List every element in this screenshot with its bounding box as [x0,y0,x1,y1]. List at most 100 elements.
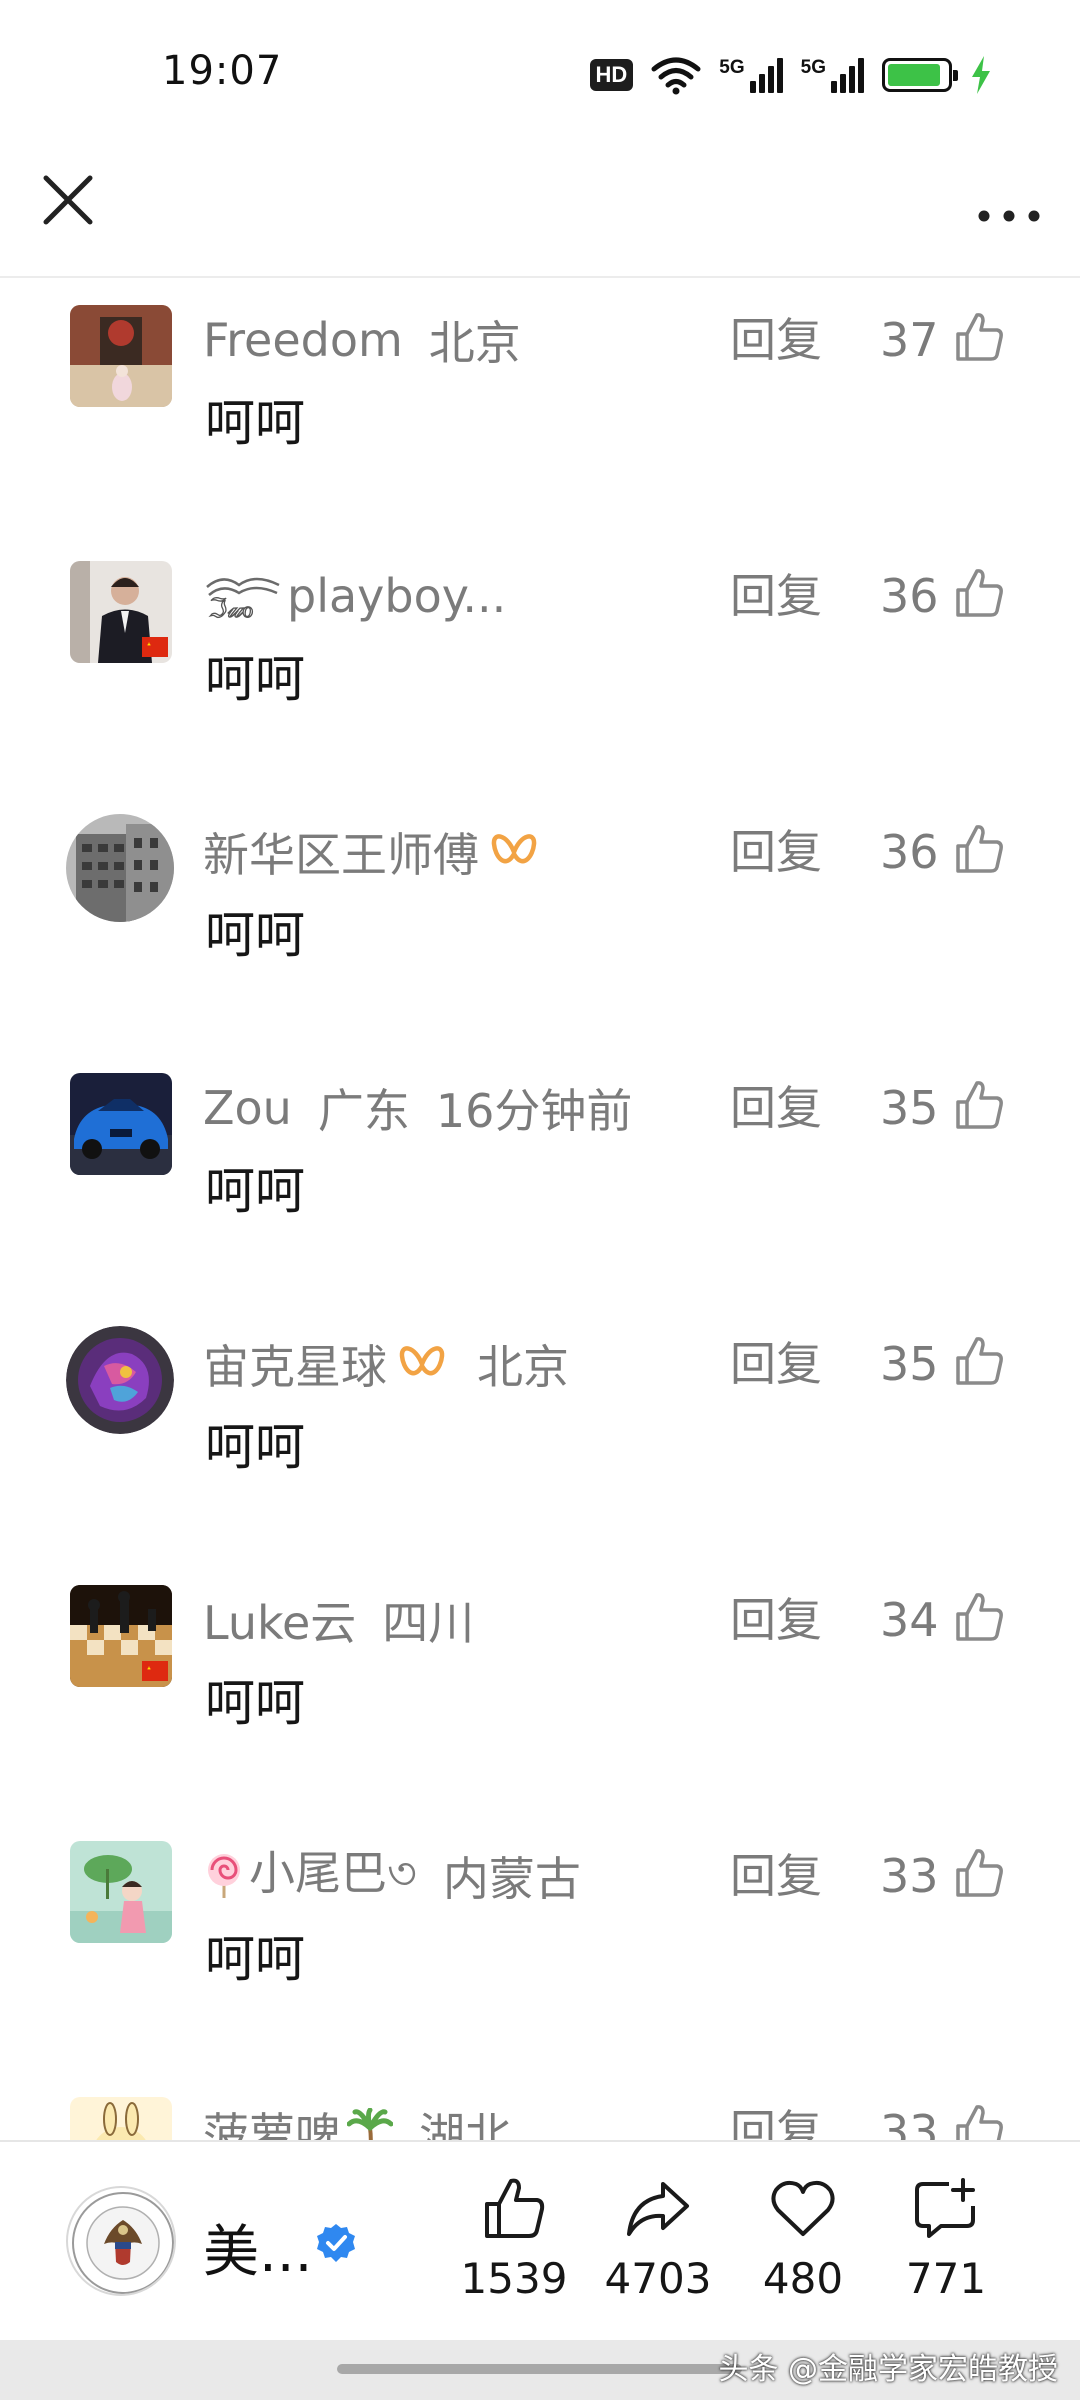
thumbs-up-icon[interactable] [952,1334,1006,1388]
more-button[interactable] [974,170,1044,230]
avatar[interactable] [70,305,172,407]
thumbs-up-icon[interactable] [952,566,1006,620]
comment-location: 北京 [477,1340,569,1394]
battery-icon [882,58,958,92]
comment-location: 北京 [428,316,521,370]
reply-button[interactable]: 回复 [730,1332,822,1396]
signal-5g-icon: 5G [719,57,783,93]
hd-voice-icon: HD [589,59,634,91]
close-icon [43,175,93,225]
wifi-icon [651,57,701,95]
reply-button[interactable]: 回复 [730,564,822,628]
avatar[interactable] [66,1326,174,1434]
comment-username[interactable]: 小尾巴৩ [249,1837,417,1915]
butterfly-badge-icon [491,834,537,864]
status-bar: 19:07 HD 5G 5G [0,0,1080,150]
comment-username[interactable]: playboy... [287,569,506,623]
favorite-action[interactable]: 480 [733,2176,873,2326]
lollipop-emoji-icon [208,1854,240,1898]
comment-action[interactable]: 771 [876,2176,1016,2326]
comment-header: Luke云 四川 [203,1588,474,1652]
avatar[interactable] [70,1585,172,1687]
signal-5g-icon-2: 5G [801,57,864,93]
comment-header: Zou 广东 16分钟前 [203,1076,632,1140]
comment-location: 广东 [317,1084,410,1138]
comment-text: 呵呵 [205,1162,305,1220]
comment-item: Luke云 四川 呵呵 回复 34 [0,1560,1080,1816]
palm-tree-emoji-icon [347,2108,393,2140]
like-action[interactable]: 1539 [444,2176,584,2326]
share-total: 4703 [604,2254,712,2303]
comment-total: 771 [905,2254,987,2303]
comment-list: Freedom 北京 呵呵 回复 37 ℑ𝓊ℴ playboy... 呵呵 回复… [0,280,1080,2140]
reply-button[interactable]: 回复 [730,1076,822,1140]
like-count: 33 [880,1849,939,1903]
comment-header: 小尾巴৩ 内蒙古 [203,1844,581,1908]
verified-badge-icon [317,2224,355,2262]
thumbs-up-icon [485,2178,545,2238]
comment-item: Freedom 北京 呵呵 回复 37 [0,280,1080,536]
screen: 19:07 HD 5G 5G Freedom 北京 呵呵 回复 37 ℑ𝓊ℴ p… [0,0,1080,2400]
comment-text: 呵呵 [205,394,305,452]
more-icon [978,210,1040,222]
avatar[interactable] [66,814,174,922]
reply-button[interactable]: 回复 [730,1844,822,1908]
author-avatar[interactable] [66,2186,176,2296]
decorative-emoji-icon: ℑ𝓊ℴ [206,577,280,621]
comment-item: Zou 广东 16分钟前 呵呵 回复 35 [0,1048,1080,1304]
reply-button[interactable]: 回复 [730,2100,822,2140]
comment-username[interactable]: 宙克星球 [203,1331,387,1397]
like-count: 35 [880,1081,939,1135]
comment-location: 内蒙古 [442,1852,581,1906]
thumbs-up-icon[interactable] [952,1078,1006,1132]
avatar[interactable] [70,1841,172,1943]
comment-text: 呵呵 [205,650,305,708]
thumbs-up-icon[interactable] [952,1590,1006,1644]
comment-username[interactable]: 新华区王师傅 [203,819,479,885]
reply-button[interactable]: 回复 [730,820,822,884]
comment-text: 呵呵 [205,1930,305,1988]
avatar[interactable] [70,2097,172,2140]
home-bar[interactable] [337,2364,742,2374]
comment-item: 菠萝啤 湖北 回复 33 [0,2072,1080,2140]
bottom-action-bar: 美... 1539 4703 480 771 [0,2140,1080,2340]
heart-icon [771,2180,835,2236]
like-total: 1539 [460,2254,568,2303]
comment-item: 宙克星球 北京 呵呵 回复 35 [0,1304,1080,1560]
like-count: 35 [880,1337,939,1391]
comment-header: ℑ𝓊ℴ playboy... [203,564,506,628]
favorite-total: 480 [762,2254,844,2303]
comment-item: 新华区王师傅 呵呵 回复 36 [0,792,1080,1048]
like-count: 36 [880,825,939,879]
comment-username[interactable]: Luke云 [203,1587,356,1653]
comment-username[interactable]: Freedom [203,313,403,367]
thumbs-up-icon[interactable] [952,2102,1006,2140]
butterfly-badge-icon [399,1346,445,1376]
status-icons: HD 5G 5G [589,52,993,98]
comment-location: 四川 [382,1596,475,1650]
share-action[interactable]: 4703 [588,2176,728,2326]
comment-username[interactable]: Zou [203,1081,292,1135]
avatar[interactable] [70,1073,172,1175]
share-icon [627,2182,689,2236]
close-button[interactable] [38,170,98,230]
comment-header: 菠萝啤 湖北 [203,2100,511,2140]
comment-text: 呵呵 [205,1674,305,1732]
comment-username[interactable]: 菠萝啤 [203,2099,341,2140]
like-count: 33 [880,2105,939,2140]
comment-add-icon [915,2178,975,2238]
avatar[interactable] [70,561,172,663]
author-name[interactable]: 美... [203,2207,312,2288]
comment-item: 小尾巴৩ 内蒙古 呵呵 回复 33 [0,1816,1080,2072]
like-count: 34 [880,1593,939,1647]
thumbs-up-icon[interactable] [952,310,1006,364]
thumbs-up-icon[interactable] [952,1846,1006,1900]
status-time: 19:07 [162,48,283,94]
watermark: 头条 @金融学家宏皓教授 [718,2352,1058,2387]
comment-time: 16分钟前 [435,1084,633,1138]
comment-text: 呵呵 [205,1418,305,1476]
reply-button[interactable]: 回复 [730,308,822,372]
thumbs-up-icon[interactable] [952,822,1006,876]
reply-button[interactable]: 回复 [730,1588,822,1652]
like-count: 37 [880,313,939,367]
